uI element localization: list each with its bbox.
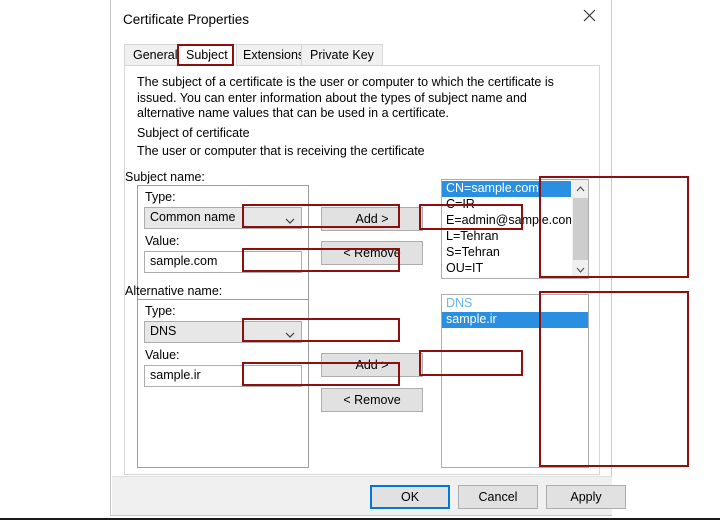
list-item[interactable]: sample.ir: [442, 312, 588, 328]
alternative-name-list-items: DNS sample.ir: [442, 295, 588, 328]
alternative-type-label: Type:: [145, 304, 176, 318]
subject-value-label: Value:: [145, 234, 180, 248]
list-item[interactable]: L=Tehran: [442, 229, 571, 245]
alternative-type-combobox[interactable]: DNS: [144, 321, 302, 343]
apply-button[interactable]: Apply: [546, 485, 626, 509]
list-item[interactable]: O=Sample: [442, 277, 571, 279]
subject-value-text: sample.com: [150, 254, 217, 268]
scroll-down-icon[interactable]: [572, 261, 589, 278]
subject-add-button[interactable]: Add >: [321, 207, 423, 231]
alternative-value-text: sample.ir: [150, 368, 201, 382]
alternative-value-input[interactable]: sample.ir: [144, 365, 302, 387]
subject-list-scrollbar[interactable]: [571, 180, 588, 278]
tab-subject[interactable]: Subject: [177, 44, 237, 66]
subject-of-certificate-heading: Subject of certificate: [137, 126, 250, 140]
alternative-type-value: DNS: [150, 324, 176, 338]
window-title: Certificate Properties: [123, 12, 249, 27]
subject-type-label: Type:: [145, 190, 176, 204]
alternative-name-listbox[interactable]: DNS sample.ir: [441, 294, 589, 468]
tab-strip: General Subject Extensions Private Key: [124, 44, 600, 66]
list-item-header: DNS: [442, 296, 588, 312]
scrollbar-thumb[interactable]: [573, 198, 588, 260]
title-bar: Certificate Properties: [111, 0, 611, 40]
subject-type-value: Common name: [150, 210, 235, 224]
subject-name-list-items: CN=sample.com C=IR E=admin@sample.com L=…: [442, 180, 571, 279]
subject-name-listbox[interactable]: CN=sample.com C=IR E=admin@sample.com L=…: [441, 179, 589, 279]
close-icon: [583, 9, 596, 22]
tab-private-key[interactable]: Private Key: [301, 44, 383, 66]
list-item[interactable]: CN=sample.com: [442, 181, 571, 197]
subject-type-combobox[interactable]: Common name: [144, 207, 302, 229]
ok-button[interactable]: OK: [370, 485, 450, 509]
list-item[interactable]: C=IR: [442, 197, 571, 213]
alternative-add-button[interactable]: Add >: [321, 353, 423, 377]
alternative-name-section-label: Alternative name:: [125, 284, 222, 298]
scroll-up-icon[interactable]: [572, 180, 589, 197]
cancel-button[interactable]: Cancel: [458, 485, 538, 509]
alternative-value-label: Value:: [145, 348, 180, 362]
alternative-remove-button[interactable]: < Remove: [321, 388, 423, 412]
screen-canvas: Certificate Properties General Subject E…: [0, 0, 720, 520]
subject-of-certificate-subtext: The user or computer that is receiving t…: [137, 144, 425, 158]
certificate-properties-dialog: Certificate Properties General Subject E…: [110, 0, 612, 516]
subject-name-section-label: Subject name:: [125, 170, 205, 184]
subject-tab-page: The subject of a certificate is the user…: [124, 65, 600, 475]
chevron-down-icon: [285, 214, 295, 228]
list-item[interactable]: E=admin@sample.com: [442, 213, 571, 229]
subject-remove-button[interactable]: < Remove: [321, 241, 423, 265]
close-button[interactable]: [567, 0, 611, 30]
list-item[interactable]: OU=IT: [442, 261, 571, 277]
dialog-footer: OK Cancel Apply: [112, 476, 612, 515]
chevron-down-icon: [285, 328, 295, 342]
subject-value-input[interactable]: sample.com: [144, 251, 302, 273]
list-item[interactable]: S=Tehran: [442, 245, 571, 261]
page-description: The subject of a certificate is the user…: [137, 75, 587, 122]
